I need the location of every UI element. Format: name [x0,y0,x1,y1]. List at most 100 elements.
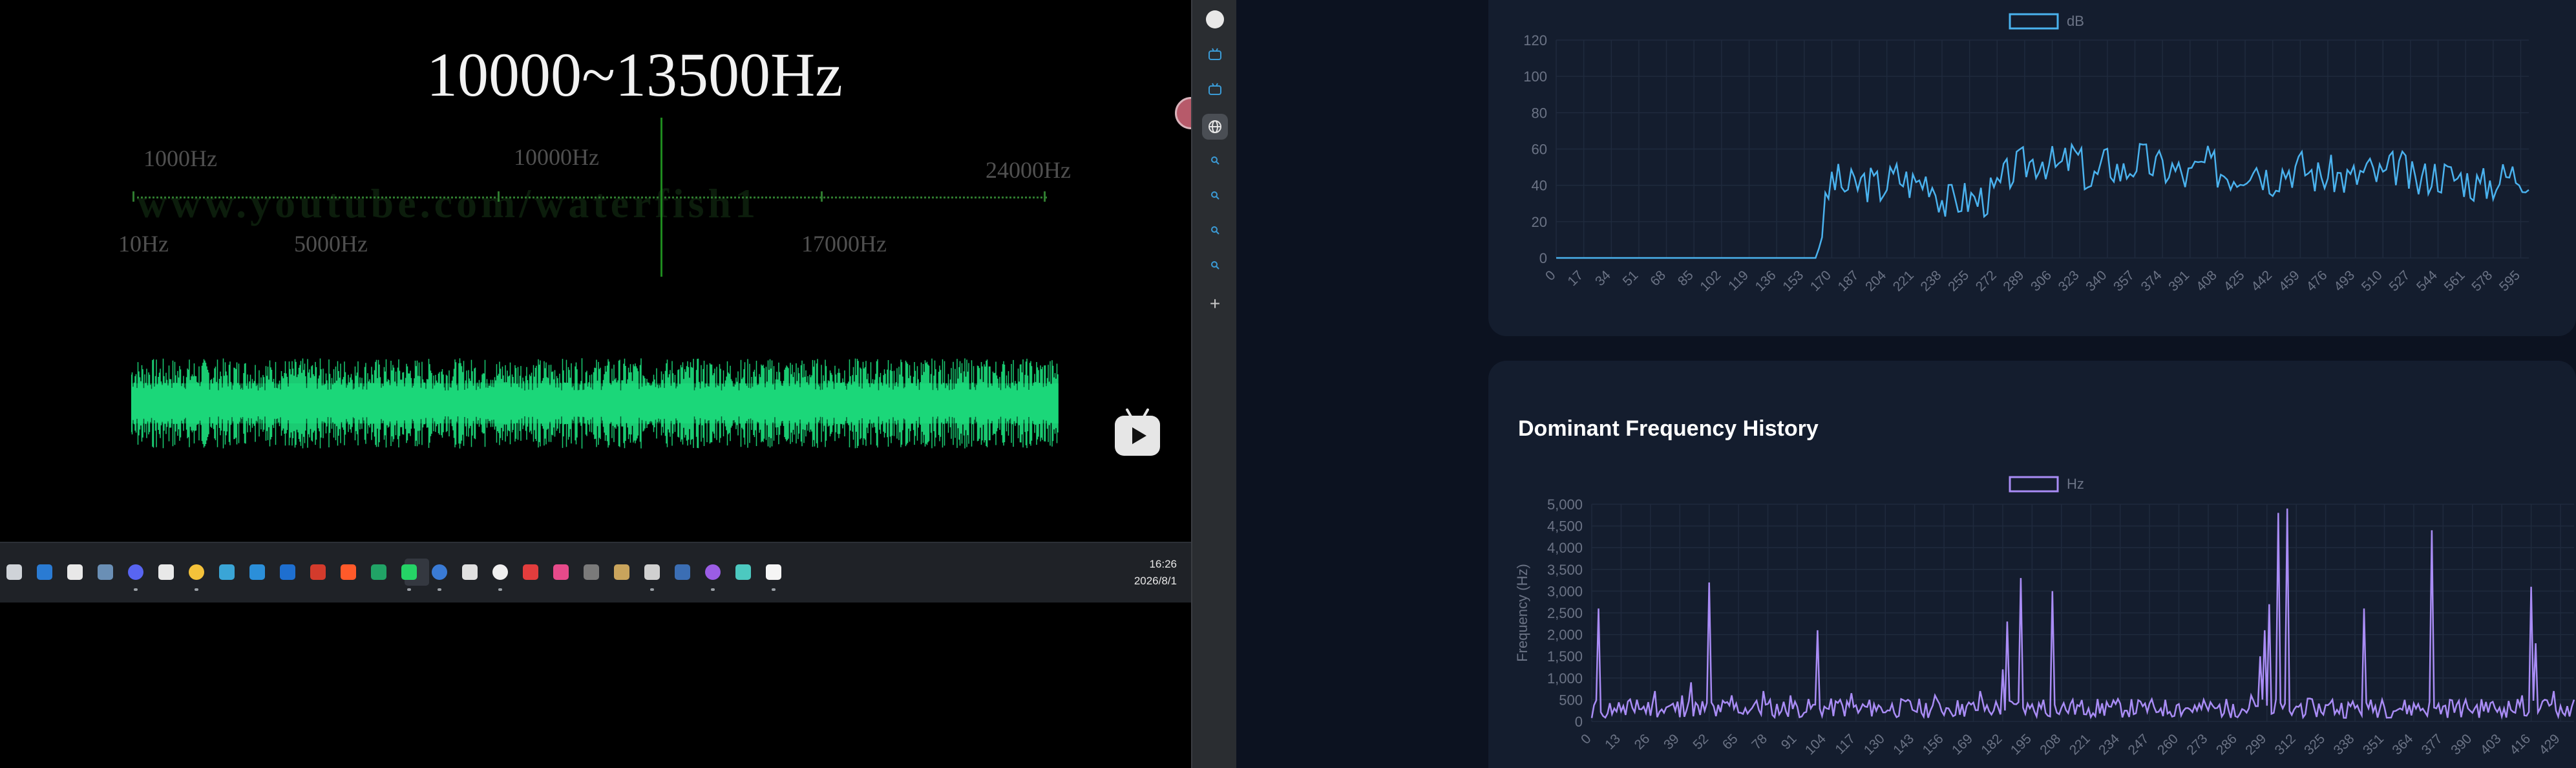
x-tick-label: 247 [2126,731,2152,758]
y-tick-label: 100 [1523,69,1547,85]
frequency-scale-line [132,197,1047,198]
running-indicator [407,588,411,591]
taskbar-clock[interactable]: 16:26 2026/8/1 [1134,556,1177,590]
video-title-frequency-range: 10000~13500Hz [427,40,843,109]
scale-tick [1044,191,1046,202]
x-tick-label: 476 [2303,268,2330,294]
chrome-icon[interactable] [432,564,447,580]
scale-label-10hz: 10Hz [118,231,169,257]
photos-icon[interactable] [614,564,629,580]
xmind-icon[interactable] [523,564,538,580]
audio-waveform [131,358,1059,449]
running-indicator [711,588,715,591]
video-player[interactable]: 10000~13500Hz www.youtube.com/waterfish1… [0,0,1207,542]
y-tick-label: 40 [1532,178,1547,194]
x-tick-label: 527 [2386,268,2412,294]
legend-label: dB [2067,13,2084,29]
edge-icon[interactable] [37,564,52,580]
chart-legend[interactable]: Hz [2009,476,2084,493]
search-icon[interactable] [1206,221,1224,239]
x-tick-label: 17 [1565,268,1586,289]
taskbar: 16:26 2026/8/1 [0,542,1191,603]
x-tick-label: 403 [2478,731,2504,758]
scale-tick [821,191,823,202]
x-tick-label: 104 [1802,731,1829,758]
search-icon[interactable] [1206,186,1224,204]
x-tick-label: 299 [2243,731,2269,758]
x-tick-label: 459 [2276,268,2303,294]
decibel-chart: dB 0 20 40 60 80 100 120 0 17 34 51 68 85 102 119 136 153… [1523,13,2529,294]
scale-tick [132,191,134,202]
y-tick-label: 2,500 [1547,605,1583,621]
y-tick-label: 3,500 [1547,562,1583,578]
scale-label-5000hz: 5000Hz [294,231,368,257]
x-tick-label: 374 [2138,268,2165,294]
discord-icon[interactable] [128,564,143,580]
x-tick-label: 408 [2193,268,2220,294]
globe-icon[interactable] [1202,114,1228,140]
y-tick-label: 20 [1532,214,1547,230]
calculator-icon[interactable] [98,564,113,580]
y-tick-label: 1,000 [1547,670,1583,687]
x-tick-label: 195 [2008,731,2034,758]
steam-icon[interactable] [675,564,690,580]
scale-tick [498,191,500,202]
y-tick-label: 60 [1532,142,1547,158]
file-explorer-icon[interactable] [6,564,22,580]
x-tick-label: 68 [1647,268,1669,289]
chart-title: Dominant Frequency History [1518,416,1819,441]
folder-icon[interactable] [189,564,204,580]
mail-icon[interactable] [249,564,265,580]
app-purple-icon[interactable] [705,564,721,580]
legend-swatch [2009,476,2059,493]
wechat-icon[interactable] [158,564,174,580]
excel-icon[interactable] [371,564,386,580]
x-tick-label: 204 [1863,268,1889,294]
x-tick-label: 390 [2448,731,2475,758]
decibel-chart-card: dB 0 20 40 60 80 100 120 0 17 34 51 68 85 102 119 136 153… [1488,0,2576,336]
camera-icon[interactable] [584,564,599,580]
running-indicator [650,588,654,591]
app-white-icon[interactable] [766,564,781,580]
chatgpt-icon[interactable] [1206,10,1224,28]
taskbar-date: 2026/8/1 [1134,575,1177,587]
x-tick-label: 102 [1697,268,1724,294]
media-player-icon[interactable] [462,564,478,580]
bilibili-icon[interactable] [1206,80,1224,98]
legend-label: Hz [2067,476,2084,492]
bilibili-icon[interactable] [1206,45,1224,63]
x-tick-label: 0 [1578,731,1594,747]
screenshot-icon[interactable] [644,564,660,580]
app-red-icon[interactable] [341,564,356,580]
x-tick-label: 255 [1945,268,1972,294]
x-tick-label: 306 [2028,268,2054,294]
bilibili-tv-icon[interactable] [1115,416,1160,456]
scale-label-10000hz: 10000Hz [514,144,599,170]
x-tick-label: 234 [2096,731,2122,758]
office-icon[interactable] [310,564,326,580]
x-tick-label: 595 [2497,268,2523,294]
search-icon[interactable] [1206,256,1224,274]
x-tick-label: 493 [2331,268,2358,294]
x-tick-label: 136 [1753,268,1779,294]
notepad-icon[interactable] [67,564,83,580]
chat-icon[interactable] [492,564,508,580]
y-tick-label: 0 [1539,250,1547,266]
terminal-icon[interactable] [735,564,751,580]
spreadsheet-icon[interactable] [219,564,235,580]
search-icon[interactable] [1206,151,1224,169]
x-tick-label: 91 [1779,731,1800,752]
chart-legend[interactable]: dB [2009,13,2084,30]
x-tick-label: 442 [2248,268,2275,294]
outlook-icon[interactable] [280,564,295,580]
running-indicator [498,588,502,591]
x-tick-label: 26 [1632,731,1653,752]
x-tick-label: 340 [2083,268,2109,294]
whatsapp-icon[interactable] [401,564,417,580]
x-tick-label: 510 [2359,268,2385,294]
x-tick-label: 391 [2166,268,2192,294]
running-indicator [772,588,776,591]
x-tick-label: 51 [1620,268,1642,289]
add-icon[interactable]: + [1206,293,1224,314]
app-pink-icon[interactable] [553,564,569,580]
